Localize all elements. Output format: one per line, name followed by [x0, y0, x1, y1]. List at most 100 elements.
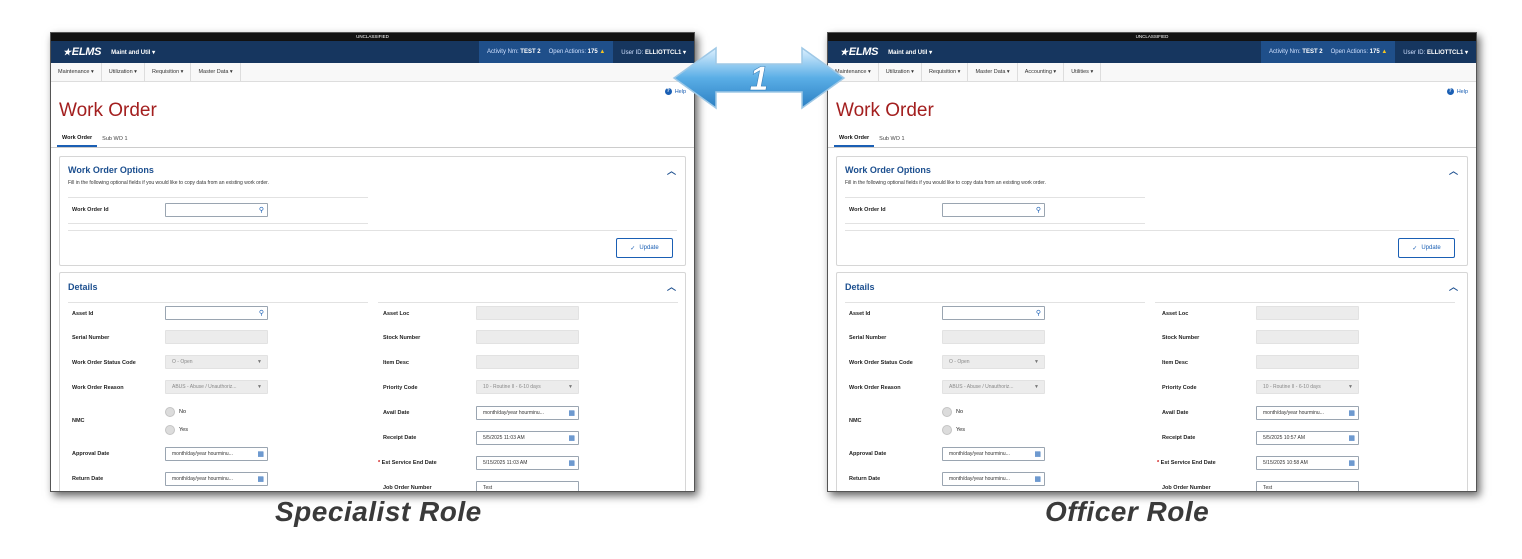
calendar-icon[interactable]: ▦: [1348, 433, 1355, 445]
approval-date-input[interactable]: month/day/year hourminu... ▦: [165, 447, 268, 461]
calendar-icon[interactable]: ▦: [568, 433, 575, 445]
calendar-icon[interactable]: ▦: [568, 458, 575, 470]
calendar-icon[interactable]: ▦: [1034, 474, 1041, 486]
job-order-input[interactable]: Test: [476, 481, 579, 491]
chevron-up-icon[interactable]: ︿: [1449, 164, 1458, 177]
search-icon[interactable]: ⚲: [259, 308, 264, 320]
calendar-icon[interactable]: ▦: [568, 408, 575, 420]
double-arrow-icon: 1: [672, 46, 846, 110]
est-service-end-input[interactable]: 5/15/2025 10:58 AM ▦: [1256, 456, 1359, 470]
asset-id-input[interactable]: ⚲: [942, 306, 1045, 320]
status-code-select: O - Open ▼: [165, 355, 268, 369]
caret-down-icon: ▼: [1034, 359, 1039, 365]
activity-bar[interactable]: Activity Nm: TEST 2 Open Actions: 175 ▲: [1260, 41, 1396, 63]
menu-utilization[interactable]: Utilization ▾: [102, 63, 145, 81]
warning-icon: ▲: [599, 49, 606, 55]
chevron-up-icon[interactable]: ︿: [667, 280, 676, 293]
caret-down-icon: ▼: [1034, 384, 1039, 390]
star-icon: ★: [63, 46, 71, 57]
menu-master-data[interactable]: Master Data ▾: [968, 63, 1018, 81]
activity-bar[interactable]: Activity Nm: TEST 2 Open Actions: 175 ▲: [478, 41, 614, 63]
calendar-icon[interactable]: ▦: [257, 474, 264, 486]
elms-logo[interactable]: ★ ELMS: [63, 46, 101, 58]
chevron-up-icon[interactable]: ︿: [667, 164, 676, 177]
caption-officer: Officer Role: [1045, 496, 1210, 527]
est-service-end-input[interactable]: 5/15/2025 11:03 AM ▦: [476, 456, 579, 470]
nmc-yes-radio[interactable]: [165, 425, 175, 435]
calendar-icon[interactable]: ▦: [1034, 449, 1041, 461]
tab-bar: Work Order Sub WO 1: [828, 130, 1476, 148]
work-order-id-label: Work Order Id: [72, 207, 109, 213]
status-code-select: O - Open ▼: [942, 355, 1045, 369]
reason-select: ABUS - Abuse / Unauthoriz... ▼: [942, 380, 1045, 394]
menu-utilization[interactable]: Utilization ▾: [879, 63, 922, 81]
approval-date-input[interactable]: month/day/year hourminu... ▦: [942, 447, 1045, 461]
avail-date-input[interactable]: month/day/year hourminu... ▦: [476, 406, 579, 420]
menu-accounting[interactable]: Accounting ▾: [1018, 63, 1065, 81]
warning-icon: ▲: [1381, 49, 1388, 55]
calendar-icon[interactable]: ▦: [1348, 458, 1355, 470]
nmc-yes-radio[interactable]: [942, 425, 952, 435]
help-icon: ?: [664, 88, 672, 95]
tab-work-order[interactable]: Work Order: [57, 130, 98, 147]
details-panel: Details ︿ Asset Id ⚲ Serial Number Work …: [836, 272, 1468, 491]
item-desc-field: [476, 355, 579, 369]
tab-sub-wo-1[interactable]: Sub WO 1: [874, 130, 909, 147]
caption-specialist: Specialist Role: [275, 496, 482, 527]
reason-select: ABUS - Abuse / Unauthoriz... ▼: [165, 380, 268, 394]
receipt-date-input[interactable]: 5/5/2025 10:57 AM ▦: [1256, 431, 1359, 445]
calendar-icon[interactable]: ▦: [1348, 408, 1355, 420]
priority-code-select: 10 - Routine II - 6-10 days ▼: [1256, 380, 1359, 394]
panel-description: Fill in the following optional fields if…: [845, 180, 1046, 186]
search-icon[interactable]: ⚲: [259, 205, 264, 217]
main-menu: Maintenance ▾ Utilization ▾ Requisition …: [828, 63, 1476, 82]
main-menu: Maintenance ▾ Utilization ▾ Requisition …: [51, 63, 694, 82]
chevron-up-icon[interactable]: ︿: [1449, 280, 1458, 293]
app-switcher[interactable]: Maint and Util ▾: [888, 49, 932, 56]
help-icon: ?: [1446, 88, 1454, 95]
caret-down-icon: ▼: [257, 384, 262, 390]
caret-down-icon: ▼: [257, 359, 262, 365]
specialist-screenshot: UNCLASSIFIED ★ ELMS Maint and Util ▾ Acti…: [50, 32, 695, 492]
panel-title: Work Order Options: [68, 165, 154, 175]
menu-requisition[interactable]: Requisition ▾: [922, 63, 969, 81]
work-order-id-input[interactable]: ⚲: [942, 203, 1045, 217]
search-icon[interactable]: ⚲: [1036, 308, 1041, 320]
classification-banner: UNCLASSIFIED: [51, 33, 694, 41]
page-title: Work Order: [59, 100, 157, 121]
officer-screenshot: UNCLASSIFIED ★ ELMS Maint and Util ▾ Acti…: [827, 32, 1477, 492]
avail-date-input[interactable]: month/day/year hourminu... ▦: [1256, 406, 1359, 420]
work-order-id-input[interactable]: ⚲: [165, 203, 268, 217]
nmc-no-radio[interactable]: [165, 407, 175, 417]
menu-requisition[interactable]: Requisition ▾: [145, 63, 192, 81]
tab-bar: Work Order Sub WO 1: [51, 130, 694, 148]
classification-banner: UNCLASSIFIED: [828, 33, 1476, 41]
page-content: ? Help Work Order Work Order Sub WO 1 Wor…: [828, 82, 1476, 491]
tab-sub-wo-1[interactable]: Sub WO 1: [97, 130, 132, 147]
work-order-options-panel: Work Order Options ︿ Fill in the followi…: [59, 156, 686, 266]
panel-title: Details: [68, 282, 98, 292]
asset-id-input[interactable]: ⚲: [165, 306, 268, 320]
caret-down-icon: ▼: [1348, 384, 1353, 390]
return-date-input[interactable]: month/day/year hourminu... ▦: [942, 472, 1045, 486]
search-icon[interactable]: ⚲: [1036, 205, 1041, 217]
update-button[interactable]: ✓ Update: [616, 238, 673, 258]
nmc-no-radio[interactable]: [942, 407, 952, 417]
receipt-date-input[interactable]: 5/5/2025 11:03 AM ▦: [476, 431, 579, 445]
help-link[interactable]: ? Help: [1446, 88, 1468, 95]
job-order-input[interactable]: Test: [1256, 481, 1359, 491]
serial-number-field: [165, 330, 268, 344]
user-menu[interactable]: User ID: ELLIOTTCL1 ▾: [1395, 49, 1476, 56]
tab-work-order[interactable]: Work Order: [834, 130, 875, 147]
menu-maintenance[interactable]: Maintenance ▾: [51, 63, 102, 81]
return-date-input[interactable]: month/day/year hourminu... ▦: [165, 472, 268, 486]
menu-utilities[interactable]: Utilities ▾: [1064, 63, 1102, 81]
page-title: Work Order: [836, 100, 934, 121]
update-button[interactable]: ✓ Update: [1398, 238, 1455, 258]
asset-loc-field: [1256, 306, 1359, 320]
top-header: ★ ELMS Maint and Util ▾ Activity Nm: TEST…: [51, 41, 694, 63]
details-panel: Details ︿ Asset Id ⚲ Serial Number Work …: [59, 272, 686, 491]
menu-master-data[interactable]: Master Data ▾: [191, 63, 241, 81]
calendar-icon[interactable]: ▦: [257, 449, 264, 461]
app-switcher[interactable]: Maint and Util ▾: [111, 49, 155, 56]
